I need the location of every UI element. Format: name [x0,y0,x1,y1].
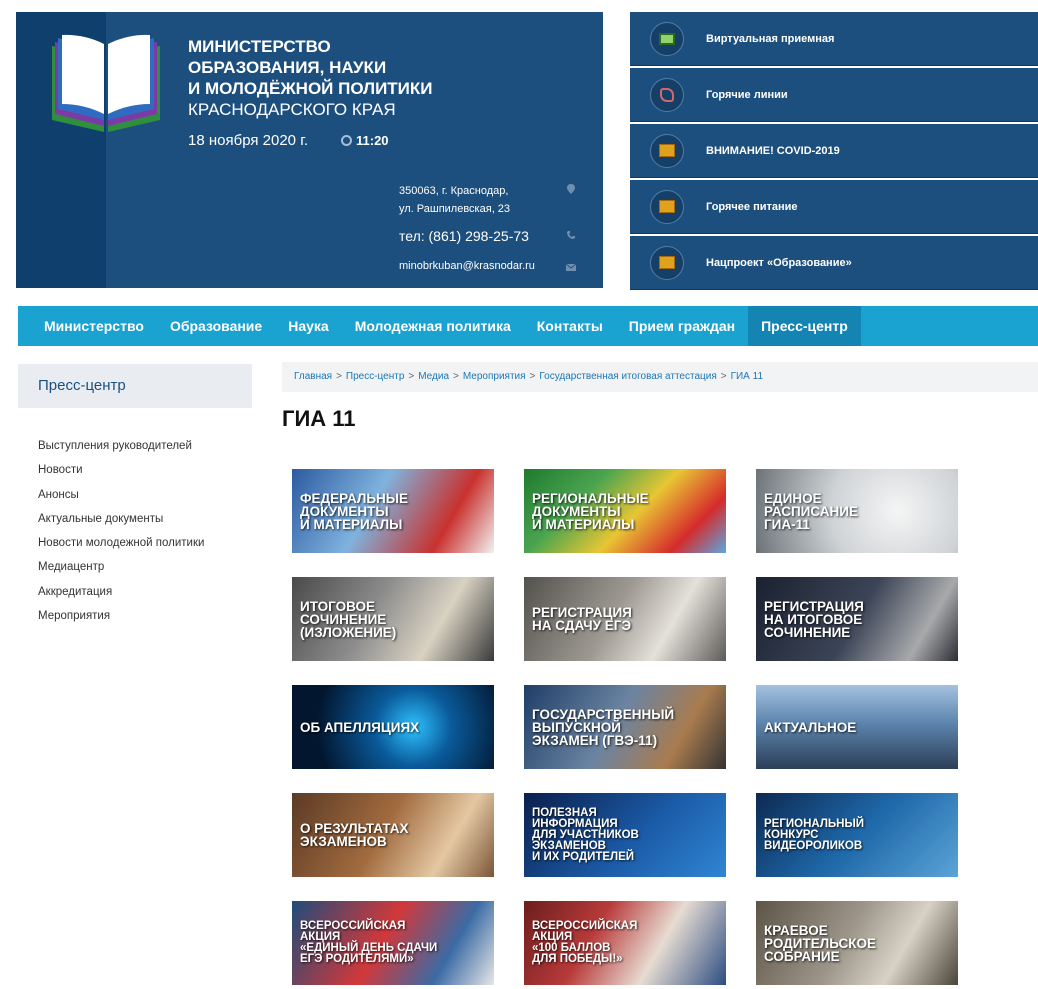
sidebar-item-news[interactable]: Новости [38,458,204,482]
main-nav: Министерство Образование Наука Молодежна… [18,306,1038,346]
quick-link-label: Горячее питание [706,200,798,213]
tile-appeals[interactable]: ОБ АПЕЛЛЯЦИЯХ [292,685,494,769]
sidebar-item-youth-news[interactable]: Новости молодежной политики [38,531,204,555]
sidebar-item-events[interactable]: Мероприятия [38,604,204,628]
address: 350063, г. Краснодар, ул. Рашпилевская, … [399,182,510,218]
nav-item-science[interactable]: Наука [275,306,341,346]
tile-label: РЕГИОНАЛЬНЫЙ КОНКУРС ВИДЕОРОЛИКОВ [764,817,864,852]
sidebar-item-accreditation[interactable]: Аккредитация [38,580,204,604]
tile-federal-documents[interactable]: ФЕДЕРАЛЬНЫЕ ДОКУМЕНТЫ И МАТЕРИАЛЫ [292,469,494,553]
nav-item-contacts[interactable]: Контакты [524,306,616,346]
tile-ege-registration[interactable]: РЕГИСТРАЦИЯ НА СДАЧУ ЕГЭ [524,577,726,661]
tile-label: ВСЕРОССИЙСКАЯ АКЦИЯ «100 БАЛЛОВ ДЛЯ ПОБЕ… [532,920,638,965]
tile-label: РЕГИСТРАЦИЯ НА СДАЧУ ЕГЭ [532,605,632,633]
breadcrumb-separator: > [336,371,342,382]
phone-icon [567,231,575,239]
sidebar-title[interactable]: Пресс-центр [18,364,252,408]
email-link[interactable]: minobrkuban@krasnodar.ru [399,260,535,272]
mail-icon [566,263,576,271]
tile-gve-11[interactable]: ГОСУДАРСТВЕННЫЙ ВЫПУСКНОЙ ЭКЗАМЕН (ГВЭ-1… [524,685,726,769]
breadcrumb-link[interactable]: Мероприятия [463,371,526,382]
tile-useful-information[interactable]: ПОЛЕЗНАЯ ИНФОРМАЦИЯ ДЛЯ УЧАСТНИКОВ ЭКЗАМ… [524,793,726,877]
current-time-value: 11:20 [356,133,389,148]
ministry-logo-book-icon[interactable] [46,32,166,137]
breadcrumb-separator: > [720,371,727,382]
sidebar-item-actual-documents[interactable]: Актуальные документы [38,507,204,531]
tile-label: О РЕЗУЛЬТАТАХ ЭКЗАМЕНОВ [300,821,409,849]
ministry-region-line: КРАСНОДАРСКОГО КРАЯ [188,100,396,119]
tile-label: РЕГИОНАЛЬНЫЕ ДОКУМЕНТЫ И МАТЕРИАЛЫ [532,490,649,532]
nav-item-ministry[interactable]: Министерство [18,306,157,346]
breadcrumb-separator: > [529,371,536,382]
tile-grid: ФЕДЕРАЛЬНЫЕ ДОКУМЕНТЫ И МАТЕРИАЛЫ РЕГИОН… [292,469,958,985]
current-time: 11:20 [341,133,389,148]
address-line: 350063, г. Краснодар, [399,185,509,197]
quick-link-label: ВНИМАНИЕ! COVID-2019 [706,144,840,157]
sidebar-item-media-center[interactable]: Медиацентр [38,555,204,579]
nav-item-youth-policy[interactable]: Молодежная политика [342,306,524,346]
ministry-name[interactable]: МИНИСТЕРСТВО ОБРАЗОВАНИЯ, НАУКИ И МОЛОДЁ… [188,36,432,120]
tile-unified-schedule[interactable]: ЕДИНОЕ РАСПИСАНИЕ ГИА-11 [756,469,958,553]
tile-label: ЕДИНОЕ РАСПИСАНИЕ ГИА-11 [764,490,859,532]
tile-label: КРАЕВОЕ РОДИТЕЛЬСКОЕ СОБРАНИЕ [764,922,877,964]
tile-regional-documents[interactable]: РЕГИОНАЛЬНЫЕ ДОКУМЕНТЫ И МАТЕРИАЛЫ [524,469,726,553]
quick-link-covid[interactable]: ВНИМАНИЕ! COVID-2019 [630,124,1038,178]
tile-label: АКТУАЛЬНОЕ [764,719,857,735]
tile-parents-ege-day[interactable]: ВСЕРОССИЙСКАЯ АКЦИЯ «ЕДИНЫЙ ДЕНЬ СДАЧИ Е… [292,901,494,985]
tile-label: ПОЛЕЗНАЯ ИНФОРМАЦИЯ ДЛЯ УЧАСТНИКОВ ЭКЗАМ… [532,806,639,863]
tile-label: ФЕДЕРАЛЬНЫЕ ДОКУМЕНТЫ И МАТЕРИАЛЫ [300,490,409,532]
address-line: ул. Рашпилевская, 23 [399,203,511,215]
tile-final-essay[interactable]: ИТОГОВОЕ СОЧИНЕНИЕ (ИЗЛОЖЕНИЕ) [292,577,494,661]
nav-item-press-center[interactable]: Пресс-центр [748,306,861,346]
ministry-name-line: МИНИСТЕРСТВО [188,37,331,56]
tile-label: РЕГИСТРАЦИЯ НА ИТОГОВОЕ СОЧИНЕНИЕ [764,598,864,640]
quick-link-hotlines[interactable]: Горячие линии [630,68,1038,122]
location-pin-icon [567,184,575,194]
breadcrumb-current[interactable]: ГИА 11 [731,371,763,382]
tile-exam-results[interactable]: О РЕЗУЛЬТАТАХ ЭКЗАМЕНОВ [292,793,494,877]
breadcrumb-link[interactable]: Пресс-центр [346,371,404,382]
nav-item-citizen-reception[interactable]: Прием граждан [616,306,748,346]
ministry-name-line: И МОЛОДЁЖНОЙ ПОЛИТИКИ [188,79,433,98]
tile-label: ОБ АПЕЛЛЯЦИЯХ [300,719,420,735]
quick-links: Виртуальная приемная Горячие линии ВНИМА… [630,12,1038,292]
tile-parents-meeting[interactable]: КРАЕВОЕ РОДИТЕЛЬСКОЕ СОБРАНИЕ [756,901,958,985]
sidebar-item-announcements[interactable]: Анонсы [38,483,204,507]
breadcrumb-separator: > [408,371,415,382]
quick-link-hot-meals[interactable]: Горячее питание [630,180,1038,234]
tile-label: ВСЕРОССИЙСКАЯ АКЦИЯ «ЕДИНЫЙ ДЕНЬ СДАЧИ Е… [300,920,438,965]
breadcrumb: Главная > Пресс-центр > Медиа > Мероприятия > Го… [282,362,1038,392]
clock-icon [341,135,352,146]
document-icon [650,133,684,168]
tile-label: ГОСУДАРСТВЕННЫЙ ВЫПУСКНОЙ ЭКЗАМЕН (ГВЭ-1… [532,706,675,748]
ministry-name-line: ОБРАЗОВАНИЯ, НАУКИ [188,58,387,77]
breadcrumb-link[interactable]: Государственная итоговая аттестация [539,371,716,382]
breadcrumb-link[interactable]: Главная [294,371,332,382]
quick-link-label: Горячие линии [706,88,788,101]
phone-number[interactable]: тел: (861) 298-25-73 [399,228,529,244]
nav-item-education[interactable]: Образование [157,306,275,346]
tile-video-contest[interactable]: РЕГИОНАЛЬНЫЙ КОНКУРС ВИДЕОРОЛИКОВ [756,793,958,877]
quick-link-label: Нацпроект «Образование» [706,256,852,269]
computer-icon [650,21,684,56]
page-title: ГИА 11 [282,406,356,431]
quick-link-virtual-reception[interactable]: Виртуальная приемная [630,12,1038,66]
phone-icon [650,77,684,112]
current-date: 18 ноября 2020 г. [188,132,308,149]
sidebar-menu: Выступления руководителей Новости Анонсы… [38,434,204,628]
tile-100-points[interactable]: ВСЕРОССИЙСКАЯ АКЦИЯ «100 БАЛЛОВ ДЛЯ ПОБЕ… [524,901,726,985]
quick-link-label: Виртуальная приемная [706,32,835,45]
tile-essay-registration[interactable]: РЕГИСТРАЦИЯ НА ИТОГОВОЕ СОЧИНЕНИЕ [756,577,958,661]
document-icon [650,245,684,280]
sidebar-item-leaders-speeches[interactable]: Выступления руководителей [38,434,204,458]
breadcrumb-link[interactable]: Медиа [418,371,449,382]
document-icon [650,189,684,224]
header-info-panel: МИНИСТЕРСТВО ОБРАЗОВАНИЯ, НАУКИ И МОЛОДЁ… [16,12,603,288]
breadcrumb-separator: > [453,371,459,382]
quick-link-national-project[interactable]: Нацпроект «Образование» [630,236,1038,290]
tile-label: ИТОГОВОЕ СОЧИНЕНИЕ (ИЗЛОЖЕНИЕ) [300,598,397,640]
tile-actual[interactable]: АКТУАЛЬНОЕ [756,685,958,769]
